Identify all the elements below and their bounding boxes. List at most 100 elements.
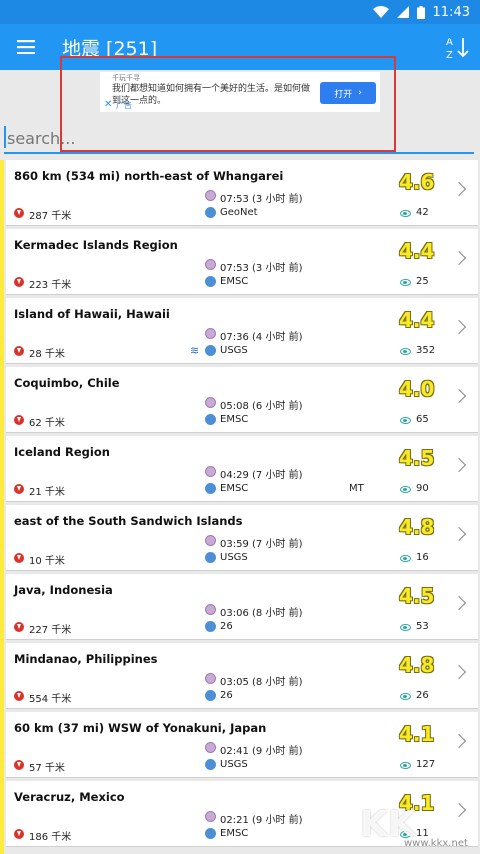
earthquake-row[interactable]: Iceland Region 04:29 (7 小时 前) EMSC 21 千米 4.5… xyxy=(6,436,478,502)
magnitude-badge: 4.1 xyxy=(399,722,435,746)
earthquake-location: Island of Hawaii, Hawaii xyxy=(14,307,170,321)
earthquake-time: 02:21 (9 小时 前) xyxy=(220,815,303,826)
earthquake-source: USGS xyxy=(220,552,248,563)
earthquake-depth: 223 千米 xyxy=(29,280,72,291)
globe-icon xyxy=(205,690,216,701)
globe-icon xyxy=(205,621,216,632)
view-count: 26 xyxy=(416,690,429,701)
earthquake-row[interactable]: Kermadec Islands Region 07:53 (3 小时 前) EMS… xyxy=(6,229,478,295)
ad-label: 广告 xyxy=(116,101,132,110)
eye-icon xyxy=(400,279,411,286)
depth-arrow-icon xyxy=(14,484,24,494)
chevron-right-icon[interactable] xyxy=(451,526,467,542)
eye-icon xyxy=(400,693,411,700)
chevron-right-icon[interactable] xyxy=(451,388,467,404)
ad-banner[interactable]: 千玩千寻 我们都想知道如何拥有一个美好的生活。是如何做到这一点的。 ✕ 广告 打… xyxy=(100,72,380,112)
magnitude-badge: 4.4 xyxy=(399,308,435,332)
clock: 11:43 xyxy=(432,4,470,20)
earthquake-source: GeoNet xyxy=(220,207,258,218)
earthquake-source: 26 xyxy=(220,621,233,632)
earthquake-row[interactable]: Mindanao, Philippines 03:05 (8 小时 前) 26 554… xyxy=(6,643,478,709)
earthquake-time: 05:08 (6 小时 前) xyxy=(220,401,303,412)
eye-icon xyxy=(400,417,411,424)
chevron-right-icon[interactable] xyxy=(451,733,467,749)
earthquake-depth: 10 千米 xyxy=(29,556,65,567)
wifi-icon xyxy=(372,6,389,18)
hamburger-icon xyxy=(17,40,35,54)
ad-open-label: 打开 xyxy=(334,89,353,100)
search-underline xyxy=(4,152,474,154)
earthquake-depth: 28 千米 xyxy=(29,349,65,360)
extra-tag: MT xyxy=(349,483,364,494)
chevron-right-icon[interactable] xyxy=(451,457,467,473)
ad-brand: 千玩千寻 xyxy=(112,74,140,82)
globe-icon xyxy=(205,828,216,839)
clock-icon xyxy=(205,673,216,684)
earthquake-time: 03:06 (8 小时 前) xyxy=(220,608,303,619)
sort-icon[interactable]: A Z xyxy=(444,34,472,62)
earthquake-time: 07:36 (4 小时 前) xyxy=(220,332,303,343)
clock-icon xyxy=(205,535,216,546)
eye-icon xyxy=(400,624,411,631)
earthquake-row[interactable]: Java, Indonesia 03:06 (8 小时 前) 26 227 千米 4.5… xyxy=(6,574,478,640)
earthquake-source: EMSC xyxy=(220,276,249,287)
globe-icon xyxy=(205,345,216,356)
eye-icon xyxy=(400,348,411,355)
svg-text:Z: Z xyxy=(446,50,453,61)
earthquake-location: Mindanao, Philippines xyxy=(14,652,158,666)
earthquake-row[interactable]: 60 km (37 mi) WSW of Yonakuni, Japan 02:4… xyxy=(6,712,478,778)
view-count: 127 xyxy=(416,759,436,770)
earthquake-location: Kermadec Islands Region xyxy=(14,238,178,252)
chevron-right-icon[interactable] xyxy=(451,664,467,680)
earthquake-row[interactable]: 860 km (534 mi) north-east of Whangarei 0… xyxy=(6,160,478,226)
magnitude-badge: 4.8 xyxy=(399,653,435,677)
earthquake-depth: 554 千米 xyxy=(29,694,72,705)
search-input[interactable] xyxy=(7,124,467,152)
earthquake-row[interactable]: Island of Hawaii, Hawaii 07:36 (4 小时 前) US… xyxy=(6,298,478,364)
clock-icon xyxy=(205,328,216,339)
depth-arrow-icon xyxy=(14,622,24,632)
view-count: 42 xyxy=(416,207,429,218)
magnitude-badge: 4.5 xyxy=(399,584,435,608)
eye-icon xyxy=(400,486,411,493)
battery-icon xyxy=(416,5,425,19)
chevron-right-icon[interactable] xyxy=(451,181,467,197)
earthquake-location: 60 km (37 mi) WSW of Yonakuni, Japan xyxy=(14,721,267,735)
earthquake-location: Iceland Region xyxy=(14,445,110,459)
earthquake-source: EMSC xyxy=(220,828,249,839)
magnitude-badge: 4.6 xyxy=(399,170,435,194)
watermark-site: www.kkx.net xyxy=(404,838,468,849)
close-icon[interactable]: ✕ xyxy=(104,99,112,110)
earthquake-row[interactable]: east of the South Sandwich Islands 03:59 … xyxy=(6,505,478,571)
clock-icon xyxy=(205,742,216,753)
depth-arrow-icon xyxy=(14,553,24,563)
menu-button[interactable] xyxy=(0,24,52,70)
earthquake-row[interactable]: Coquimbo, Chile 05:08 (6 小时 前) EMSC 62 千米 4.… xyxy=(6,367,478,433)
clock-icon xyxy=(205,604,216,615)
earthquake-location: Java, Indonesia xyxy=(14,583,113,597)
magnitude-badge: 4.5 xyxy=(399,446,435,470)
earthquake-location: 860 km (534 mi) north-east of Whangarei xyxy=(14,169,284,183)
watermark: KK www.kkx.net xyxy=(360,804,478,852)
globe-icon xyxy=(205,207,216,218)
depth-arrow-icon xyxy=(14,760,24,770)
chevron-right-icon[interactable] xyxy=(451,250,467,266)
ad-text: 我们都想知道如何拥有一个美好的生活。是如何做到这一点的。 xyxy=(112,84,311,106)
chevron-right-icon[interactable] xyxy=(451,595,467,611)
earthquake-location: Coquimbo, Chile xyxy=(14,376,120,390)
chevron-right-icon[interactable] xyxy=(451,319,467,335)
depth-arrow-icon xyxy=(14,277,24,287)
earthquake-source: EMSC xyxy=(220,414,249,425)
view-count: 53 xyxy=(416,621,429,632)
globe-icon xyxy=(205,414,216,425)
chevron-right-icon: › xyxy=(358,88,362,98)
view-count: 25 xyxy=(416,276,429,287)
search-bar xyxy=(4,124,474,154)
magnitude-badge: 4.0 xyxy=(399,377,435,401)
status-bar: 11:43 xyxy=(0,0,480,24)
ad-open-button[interactable]: 打开 › xyxy=(320,82,376,104)
globe-icon xyxy=(205,276,216,287)
clock-icon xyxy=(205,397,216,408)
earthquake-location: east of the South Sandwich Islands xyxy=(14,514,243,528)
earthquake-source: 26 xyxy=(220,690,233,701)
